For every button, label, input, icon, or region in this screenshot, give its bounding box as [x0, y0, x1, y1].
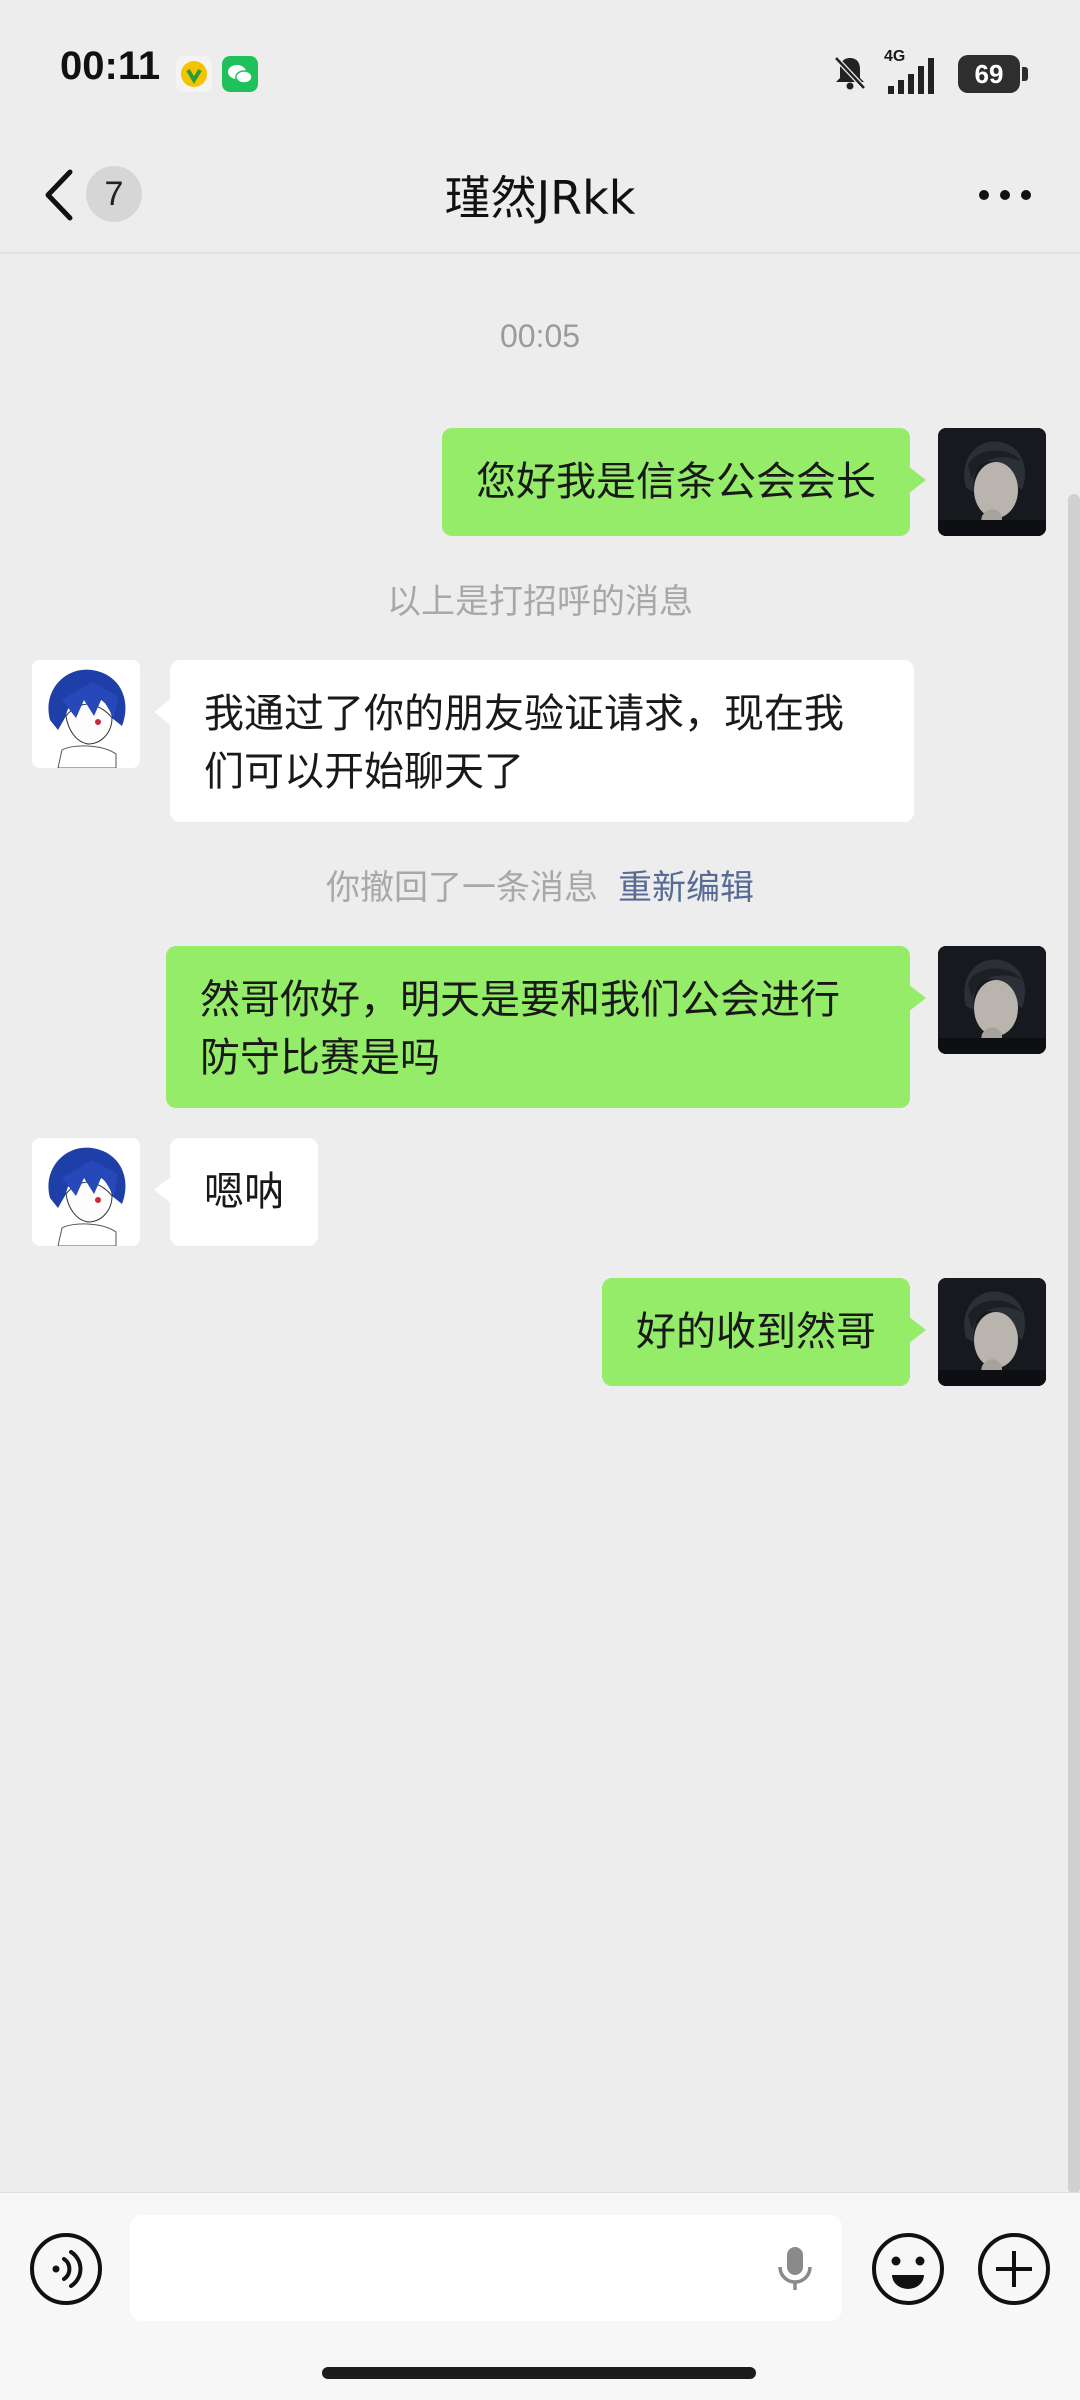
- message-text: 您好我是信条公会会长: [476, 459, 876, 505]
- status-time: 00:11: [60, 44, 161, 88]
- recall-notice-text: 你撤回了一条消息: [326, 868, 598, 908]
- scrollbar[interactable]: [1068, 494, 1080, 2194]
- self-avatar-image: [938, 946, 1046, 1054]
- message-text: 然哥你好，明天是要和我们公会进行防守比赛是吗: [200, 977, 840, 1081]
- avatar-self[interactable]: [938, 1278, 1046, 1386]
- message-bubble-self[interactable]: 好的收到然哥: [602, 1278, 926, 1386]
- message-text: 我通过了你的朋友验证请求，现在我们可以开始聊天了: [204, 691, 844, 795]
- avatar-other[interactable]: [32, 660, 140, 768]
- avatar-other[interactable]: [32, 1138, 140, 1246]
- more-dots-icon: [979, 190, 1031, 200]
- message-bubble-self[interactable]: 您好我是信条公会会长: [442, 428, 926, 536]
- other-avatar-image: [32, 1138, 140, 1246]
- more-functions-button[interactable]: [972, 2227, 1056, 2311]
- system-notice: 以上是打招呼的消息: [0, 574, 1080, 623]
- home-indicator[interactable]: [322, 2367, 756, 2379]
- more-options-button[interactable]: [970, 170, 1040, 220]
- status-bar: 00:11 4G 69: [0, 0, 1080, 140]
- recall-notice: 你撤回了一条消息 重新编辑: [0, 860, 1080, 909]
- message-text: 好的收到然哥: [636, 1309, 876, 1355]
- microphone-icon: [778, 2247, 812, 2290]
- message-timestamp: 00:05: [499, 318, 581, 354]
- self-avatar-image: [938, 428, 1046, 536]
- message-bubble-other[interactable]: 嗯呐: [154, 1138, 318, 1246]
- plus-icon: [978, 2233, 1050, 2305]
- chat-header: 7 瑾然JRkk: [0, 140, 1080, 250]
- app-notification-icon: [176, 56, 212, 92]
- voice-mode-icon: [30, 2233, 102, 2305]
- emoji-button[interactable]: [866, 2227, 950, 2311]
- emoji-icon: [872, 2233, 944, 2305]
- chat-title: 瑾然JRkk: [444, 171, 636, 225]
- wechat-icon: [222, 56, 258, 92]
- battery-level: 69: [974, 58, 1004, 89]
- input-bar: [0, 2192, 1080, 2400]
- avatar-self[interactable]: [938, 428, 1046, 536]
- message-bubble-self[interactable]: 然哥你好，明天是要和我们公会进行防守比赛是吗: [166, 946, 926, 1108]
- voice-mode-button[interactable]: [24, 2227, 108, 2311]
- re-edit-link[interactable]: 重新编辑: [618, 868, 754, 908]
- self-avatar-image: [938, 1278, 1046, 1386]
- message-text: 嗯呐: [204, 1169, 284, 1215]
- other-avatar-image: [32, 660, 140, 768]
- message-list[interactable]: 00:05 您好我是信条公会会长 以上是打招呼的消息 我通过了你的朋友验证请求，…: [0, 254, 1080, 2194]
- status-indicators: 4G 69: [830, 48, 1028, 96]
- mute-bell-icon: [830, 52, 870, 96]
- microphone-button[interactable]: [768, 2241, 822, 2295]
- avatar-self[interactable]: [938, 946, 1046, 1054]
- signal-icon: 4G: [884, 48, 944, 96]
- message-bubble-other[interactable]: 我通过了你的朋友验证请求，现在我们可以开始聊天了: [154, 660, 914, 822]
- battery-icon: 69: [958, 55, 1028, 93]
- system-notice-text: 以上是打招呼的消息: [387, 582, 693, 622]
- message-input[interactable]: [130, 2215, 842, 2321]
